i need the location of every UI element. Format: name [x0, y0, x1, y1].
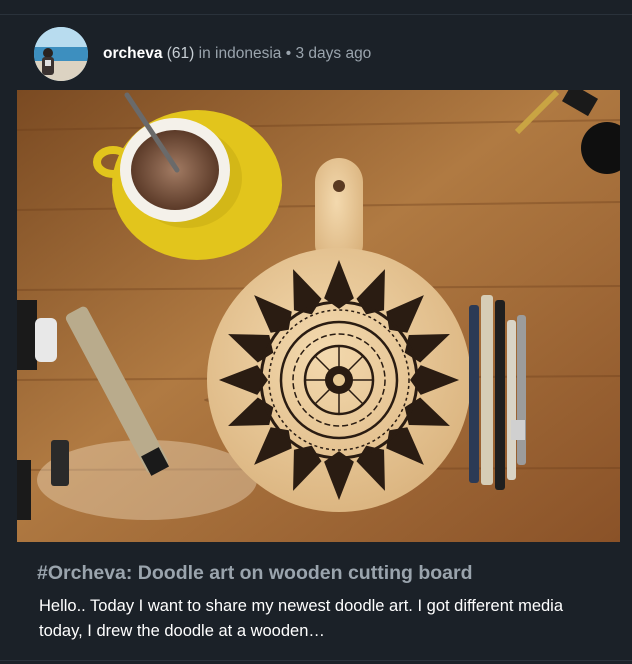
reputation-badge: (61) [166, 45, 195, 62]
in-label: in [198, 45, 211, 62]
post-title[interactable]: #Orcheva: Doodle art on wooden cutting b… [37, 562, 473, 585]
post-meta: orcheva (61) in indonesia • 3 days ago [103, 45, 371, 63]
post-excerpt[interactable]: Hello.. Today I want to share my newest … [39, 594, 599, 643]
community-link[interactable]: indonesia [215, 45, 281, 62]
post-header: orcheva (61) in indonesia • 3 days ago [34, 26, 371, 82]
avatar[interactable] [34, 27, 88, 81]
divider [0, 14, 632, 15]
post-timestamp[interactable]: 3 days ago [295, 45, 371, 62]
author-link[interactable]: orcheva [103, 45, 162, 62]
meta-separator: • [285, 45, 292, 62]
divider [0, 660, 632, 661]
post-card: orcheva (61) in indonesia • 3 days ago #… [0, 0, 632, 664]
post-image[interactable] [17, 90, 620, 542]
